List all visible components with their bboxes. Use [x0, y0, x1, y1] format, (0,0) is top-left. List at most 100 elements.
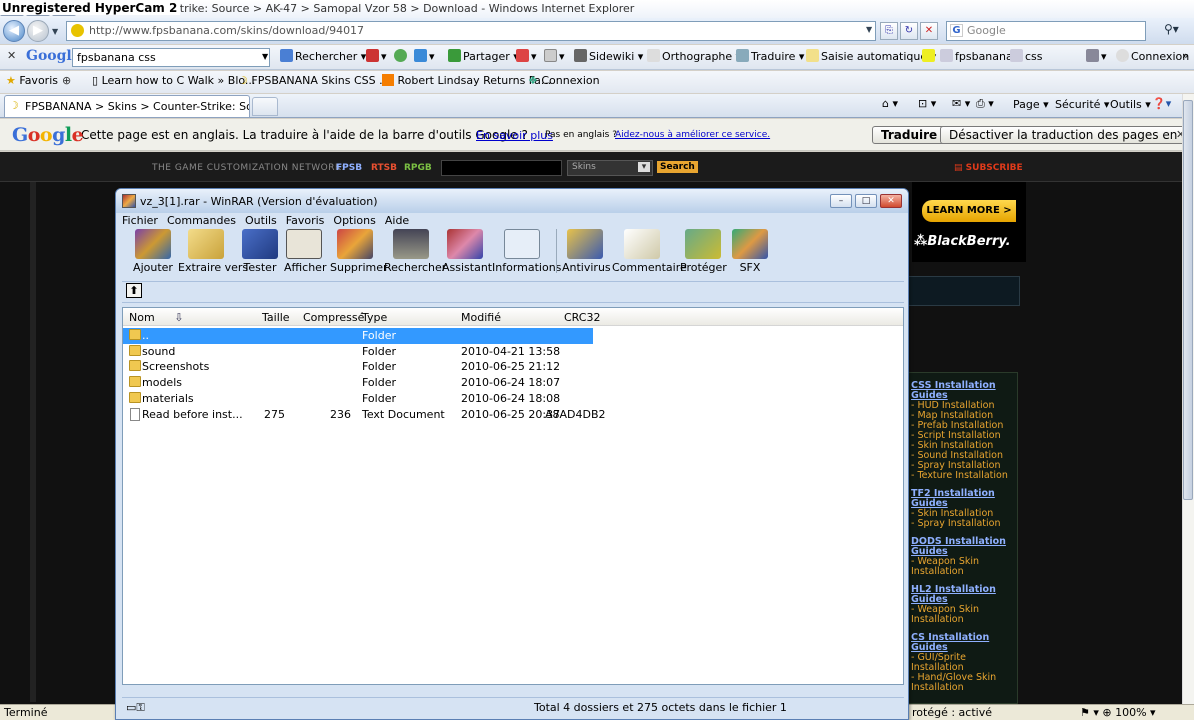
- menu-favorites[interactable]: Favoris: [286, 214, 325, 227]
- print-button[interactable]: ⎙ ▾: [976, 97, 994, 111]
- favorite-link[interactable]: ☽ FPSBANANA Skins CSS ...: [238, 74, 390, 87]
- tool-info-button[interactable]: Informations: [492, 229, 561, 274]
- history-dropdown-icon[interactable]: ▼: [52, 27, 58, 36]
- toolbar-search-button[interactable]: Rechercher ▾: [280, 49, 366, 63]
- ad-learn-more-button[interactable]: LEARN MORE >: [922, 200, 1016, 222]
- column-packed[interactable]: Compressé: [303, 311, 364, 324]
- tool-sfx-button[interactable]: SFX: [730, 229, 770, 274]
- stop-icon[interactable]: ✕: [920, 22, 938, 40]
- zoom-control[interactable]: ⚑ ▾ ⊕ 100% ▾: [1080, 706, 1156, 719]
- guide-section-title[interactable]: CS Installation Guides: [907, 633, 1017, 653]
- favorites-button[interactable]: ★ Favoris: [6, 74, 58, 87]
- guide-link[interactable]: - Weapon Skin Installation: [907, 557, 1017, 577]
- highlight-button[interactable]: [922, 49, 937, 63]
- page-menu[interactable]: Page ▾: [1013, 98, 1049, 111]
- network-link-fpsb[interactable]: FPSB: [336, 163, 362, 173]
- menu-tools[interactable]: Outils: [245, 214, 277, 227]
- translate-button[interactable]: Traduire ▾: [736, 49, 804, 63]
- file-list[interactable]: Nom ⇩ Taille Compressé Type Modifié CRC3…: [122, 307, 904, 685]
- toolbar-bookmark-button[interactable]: ▾: [544, 49, 565, 63]
- address-dropdown-icon[interactable]: ▼: [866, 25, 872, 34]
- search-go-icon[interactable]: ⚲▾: [1164, 22, 1179, 36]
- tool-extract-button[interactable]: Extraire vers: [178, 229, 248, 274]
- help-improve-link[interactable]: Aidez-nous à améliorer ce service.: [615, 130, 770, 140]
- guide-section-title[interactable]: CSS Installation Guides: [907, 381, 1017, 401]
- tool-add-button[interactable]: Ajouter: [130, 229, 176, 274]
- favorite-link[interactable]: Robert Lindsay Returns Fa...: [382, 74, 551, 87]
- column-modified[interactable]: Modifié: [461, 311, 501, 324]
- tool-test-button[interactable]: Tester: [242, 229, 278, 274]
- help-button[interactable]: ❓▾: [1152, 97, 1171, 110]
- sign-in-button[interactable]: Connexion: [1116, 49, 1189, 63]
- menu-options[interactable]: Options: [333, 214, 375, 227]
- site-search-button[interactable]: Search: [657, 161, 698, 173]
- google-toolbar-search-input[interactable]: fpsbanana css: [72, 48, 270, 67]
- column-name[interactable]: Nom ⇩: [129, 311, 183, 324]
- file-row[interactable]: sound Folder 2010-04-21 13:58: [123, 344, 593, 360]
- tool-delete-button[interactable]: Supprimer: [330, 229, 388, 274]
- file-row[interactable]: Screenshots Folder 2010-06-25 21:12: [123, 359, 593, 375]
- tools-menu[interactable]: Outils ▾: [1110, 98, 1151, 111]
- guide-link[interactable]: - Spray Installation: [907, 519, 1017, 529]
- refresh-icon[interactable]: ↻: [900, 22, 918, 40]
- guide-section-title[interactable]: TF2 Installation Guides: [907, 489, 1017, 509]
- toolbar-pagerank-button[interactable]: [394, 49, 409, 63]
- translate-page-button[interactable]: Traduire: [872, 126, 947, 144]
- compatibility-icon[interactable]: ⎘: [880, 22, 898, 40]
- file-row[interactable]: models Folder 2010-06-24 18:07: [123, 375, 593, 391]
- guide-section-title[interactable]: HL2 Installation Guides: [907, 585, 1017, 605]
- tool-comment-button[interactable]: Commentaire: [612, 229, 687, 274]
- guide-link[interactable]: - Weapon Skin Installation: [907, 605, 1017, 625]
- network-link-rtsb[interactable]: RTSB: [371, 163, 397, 173]
- column-crc32[interactable]: CRC32: [564, 311, 600, 324]
- guide-link[interactable]: - GUI/Sprite Installation: [907, 653, 1017, 673]
- tool-find-button[interactable]: Rechercher: [384, 229, 446, 274]
- network-link-rpgb[interactable]: RPGB: [404, 163, 432, 173]
- search-term-fpsbanana[interactable]: fpsbanana: [940, 49, 1013, 63]
- column-type[interactable]: Type: [362, 311, 387, 324]
- mail-button[interactable]: ✉ ▾: [952, 97, 970, 110]
- guide-link[interactable]: - Texture Installation: [907, 471, 1017, 481]
- favorite-link[interactable]: ▯ Learn how to C Walk » Blo...: [92, 74, 255, 87]
- site-category-select[interactable]: Skins ▾: [567, 160, 653, 176]
- file-row[interactable]: materials Folder 2010-06-24 18:08: [123, 391, 593, 407]
- tool-view-button[interactable]: Afficher: [284, 229, 326, 274]
- toolbar-close-icon[interactable]: ✕: [7, 49, 16, 62]
- winrar-minimize-button[interactable]: –: [830, 194, 852, 208]
- column-size[interactable]: Taille: [262, 311, 290, 324]
- sidewiki-button[interactable]: Sidewiki ▾: [574, 49, 643, 63]
- drive-icons[interactable]: ▭⚿: [126, 701, 145, 715]
- toolbar-news-button[interactable]: ▾: [366, 49, 387, 63]
- new-tab-button[interactable]: [252, 97, 278, 116]
- tool-wizard-button[interactable]: Assistant: [442, 229, 492, 274]
- menu-commands[interactable]: Commandes: [167, 214, 236, 227]
- tool-antivirus-button[interactable]: Antivirus: [562, 229, 611, 274]
- feeds-button[interactable]: ⊡ ▾: [918, 97, 936, 110]
- menu-help[interactable]: Aide: [385, 214, 409, 227]
- blackberry-ad[interactable]: [912, 182, 1026, 262]
- search-input[interactable]: G Google: [946, 21, 1146, 41]
- query-dropdown-icon[interactable]: ▼: [262, 52, 268, 61]
- tool-protect-button[interactable]: Protéger: [680, 229, 727, 274]
- disable-translation-button[interactable]: Désactiver la traduction des pages en an…: [940, 126, 1194, 144]
- add-favorite-icon[interactable]: ⊕: [62, 74, 71, 87]
- address-bar[interactable]: http://www.fpsbanana.com/skins/download/…: [66, 21, 876, 41]
- back-button[interactable]: ◀: [3, 20, 25, 42]
- file-row[interactable]: .. Folder: [123, 328, 593, 344]
- safety-menu[interactable]: Sécurité ▾: [1055, 98, 1109, 111]
- winrar-close-button[interactable]: ✕: [880, 194, 902, 208]
- guide-section-title[interactable]: DODS Installation Guides: [907, 537, 1017, 557]
- toolbar-overflow-icon[interactable]: »: [1182, 49, 1189, 62]
- site-search-input[interactable]: [441, 160, 562, 176]
- menu-file[interactable]: Fichier: [122, 214, 158, 227]
- up-folder-icon[interactable]: ⬆: [126, 283, 142, 298]
- search-term-css[interactable]: css: [1010, 49, 1043, 63]
- toolbar-settings-button[interactable]: ▾: [1086, 49, 1107, 63]
- toolbar-popup-button[interactable]: ▾: [516, 49, 537, 63]
- autofill-button[interactable]: Saisie automatique ▾: [806, 49, 936, 63]
- forward-button[interactable]: ▶: [27, 20, 49, 42]
- share-button[interactable]: Partager ▾: [448, 49, 519, 63]
- page-scrollbar-thumb[interactable]: [1183, 100, 1193, 500]
- favorite-link[interactable]: ❖ Connexion: [528, 74, 600, 87]
- file-row[interactable]: Read before inst... 275 236 Text Document 20…: [123, 407, 606, 423]
